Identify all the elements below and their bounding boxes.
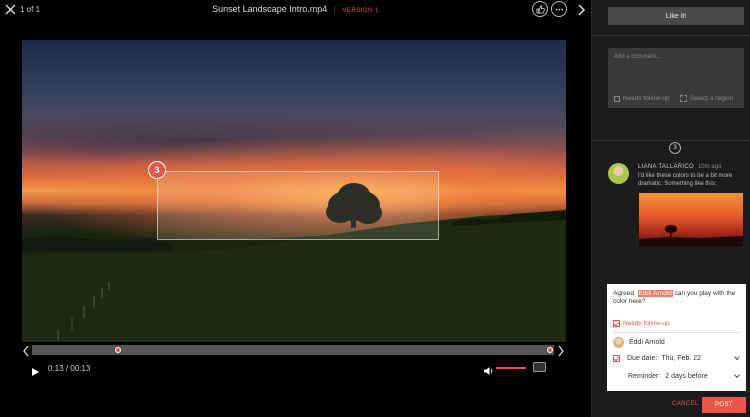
mention-tag[interactable]: Eddi Arnold (637, 290, 673, 297)
like-button-top[interactable] (532, 1, 548, 17)
current-time: 0:13 (48, 364, 64, 373)
avatar (608, 163, 629, 184)
more-icon (555, 8, 563, 10)
like-it-button[interactable]: Like it! (608, 7, 744, 25)
avatar (613, 337, 624, 348)
reply-text-before: Agreed, (613, 290, 636, 297)
thumbs-up-icon (535, 4, 545, 14)
annotation-region[interactable] (157, 171, 439, 240)
thread-number-badge[interactable]: 3 (669, 142, 681, 154)
reply-input[interactable]: Agreed, Eddi Arnold can you play with th… (613, 290, 743, 306)
reply-needs-follow-up-checkbox[interactable]: Needs follow-up (613, 320, 670, 327)
comment-header: LIANA TALLARICO 10m ago (638, 164, 721, 170)
comment-time: 10m ago (697, 164, 722, 170)
region-select-icon (680, 95, 687, 102)
video-player: 1 of 1 Sunset Landscape Intro.mp4 | VERS… (0, 0, 591, 417)
version-dropdown[interactable]: VERSION 1 (342, 8, 379, 14)
play-icon[interactable] (30, 364, 40, 376)
timeline-marker[interactable] (115, 347, 121, 353)
more-button[interactable] (551, 1, 567, 17)
select-region-label: Select a region (690, 95, 734, 102)
volume-icon[interactable] (483, 363, 495, 375)
top-bar: 1 of 1 Sunset Landscape Intro.mp4 | VERS… (0, 0, 591, 20)
chevron-left-icon[interactable] (22, 344, 30, 357)
comment-attachment-image[interactable] (639, 193, 743, 246)
cancel-button[interactable]: CANCEL (672, 401, 699, 407)
timeline-playhead[interactable] (547, 347, 553, 353)
comment-text: I'd like these colors to be a bit more d… (638, 173, 733, 187)
reply-card: Agreed, Eddi Arnold can you play with th… (607, 284, 746, 391)
fullscreen-icon[interactable] (533, 362, 546, 372)
chevron-right-icon[interactable] (557, 344, 565, 357)
title-separator: | (333, 5, 336, 14)
file-title: Sunset Landscape Intro.mp4 (212, 4, 328, 14)
chevron-right-icon[interactable] (576, 3, 586, 17)
checked-checkbox-icon (613, 320, 620, 327)
title-area: Sunset Landscape Intro.mp4 | VERSION 1 (0, 4, 591, 14)
region-marker[interactable]: 3 (148, 161, 166, 179)
duration: 00:13 (70, 364, 91, 373)
timeline-scrubber[interactable] (32, 345, 554, 355)
due-date-label: Due date: (627, 355, 658, 362)
reminder-label: Reminder: (628, 373, 661, 380)
assignee-name: Eddi Arnold (629, 339, 665, 346)
reminder-value: 2 days before (665, 373, 708, 380)
time-display: 0:13 / 00:13 (48, 364, 90, 373)
time-separator: / (65, 364, 69, 373)
chevron-down-icon[interactable] (734, 355, 740, 362)
attachment-silhouette (639, 225, 743, 246)
due-date-value: Thu, Feb. 22 (661, 355, 702, 362)
post-button[interactable]: POST (702, 397, 746, 413)
due-date-selector[interactable]: Due date: Thu, Feb. 22 (613, 355, 740, 362)
reminder-selector[interactable]: Reminder: 2 days before (613, 373, 740, 380)
chevron-down-icon[interactable] (734, 373, 740, 380)
comment-placeholder: Add a comment... (614, 54, 662, 60)
assignee-selector[interactable]: Eddi Arnold (613, 337, 665, 348)
needs-follow-up-label: Needs follow-up (623, 95, 670, 102)
reply-needs-follow-up-label: Needs follow-up (623, 320, 670, 327)
volume-slider[interactable] (496, 367, 526, 369)
select-region-button[interactable]: Select a region (680, 95, 733, 102)
checked-checkbox-icon (613, 355, 620, 362)
divider (592, 35, 750, 36)
divider (592, 140, 750, 141)
comment-author: LIANA TALLARICO (638, 164, 694, 170)
checkbox-icon (614, 95, 620, 102)
divider (613, 332, 740, 333)
needs-follow-up-checkbox[interactable]: Needs follow-up (614, 95, 670, 102)
video-frame[interactable]: 3 (22, 40, 566, 342)
